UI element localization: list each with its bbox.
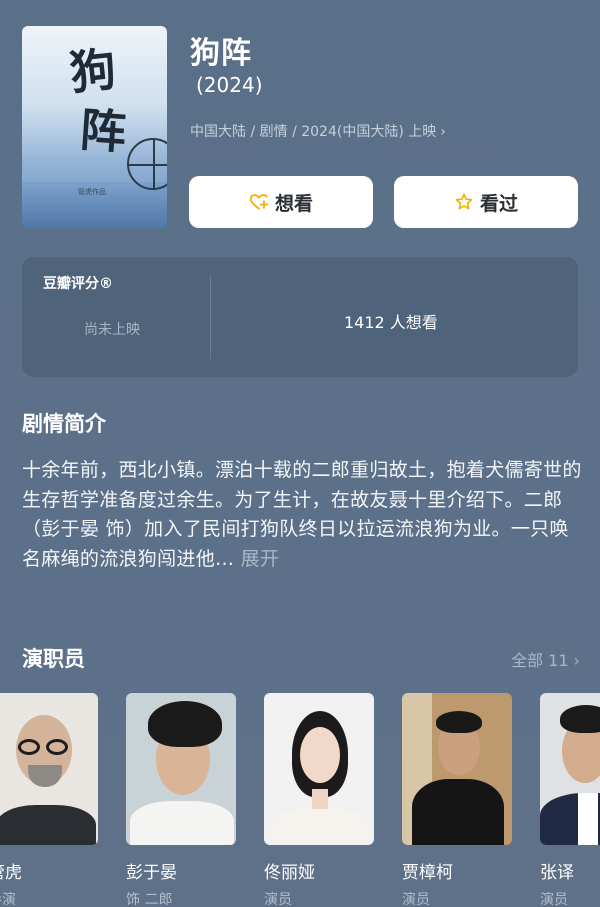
movie-title: 狗阵 bbox=[190, 36, 252, 71]
cast-role: 导演 bbox=[0, 892, 16, 907]
cast-name: 彭于晏 bbox=[126, 863, 177, 883]
cast-member[interactable]: 管虎 导演 bbox=[0, 693, 98, 907]
cast-name: 管虎 bbox=[0, 863, 22, 883]
cast-name: 贾樟柯 bbox=[402, 863, 453, 883]
chevron-right-icon: › bbox=[440, 124, 446, 140]
cast-role: 饰 二郎 bbox=[126, 892, 173, 907]
heart-plus-icon bbox=[249, 194, 269, 210]
cast-all-link[interactable]: 全部 11 › bbox=[511, 647, 580, 671]
movie-meta-text: 中国大陆 / 剧情 / 2024(中国大陆) 上映 bbox=[190, 124, 437, 140]
want-count: 1412 人想看 bbox=[344, 313, 438, 332]
synopsis-text: 十余年前，西北小镇。漂泊十载的二郎重归故土，抱着犬儒寄世的生存哲学准备度过余生。… bbox=[22, 459, 582, 570]
cast-name: 佟丽娅 bbox=[264, 863, 315, 883]
cast-name: 张译 bbox=[540, 863, 574, 883]
cast-role: 演员 bbox=[540, 892, 568, 907]
cast-member[interactable]: 佟丽娅 演员 bbox=[264, 693, 374, 907]
poster-title-char-1: 狗 bbox=[67, 41, 119, 101]
cast-photo bbox=[126, 693, 236, 845]
cast-photo bbox=[540, 693, 600, 845]
cast-heading: 演职员 bbox=[22, 647, 85, 671]
cast-photo bbox=[402, 693, 512, 845]
cast-role: 演员 bbox=[402, 892, 430, 907]
cast-photo bbox=[264, 693, 374, 845]
poster-credit: 管虎作品 bbox=[78, 188, 106, 196]
movie-meta-link[interactable]: 中国大陆 / 剧情 / 2024(中国大陆) 上映 › bbox=[190, 121, 446, 141]
rating-card[interactable]: 豆瓣评分® 尚未上映 1412 人想看 bbox=[22, 257, 578, 377]
cast-role: 演员 bbox=[264, 892, 292, 907]
seen-button[interactable]: 看过 bbox=[394, 176, 578, 228]
rating-label: 豆瓣评分® bbox=[43, 276, 113, 292]
cast-member[interactable]: 彭于晏 饰 二郎 bbox=[126, 693, 236, 907]
synopsis-body: 十余年前，西北小镇。漂泊十载的二郎重归故土，抱着犬儒寄世的生存哲学准备度过余生。… bbox=[22, 456, 582, 574]
star-icon bbox=[455, 193, 473, 210]
movie-poster[interactable]: 狗 阵 管虎作品 bbox=[22, 26, 167, 228]
cast-list: 管虎 导演 彭于晏 饰 二郎 佟丽娅 演员 bbox=[0, 693, 600, 907]
movie-detail-page: 狗 阵 管虎作品 狗阵 (2024) 中国大陆 / 剧情 / 2024(中国大陆… bbox=[0, 0, 600, 907]
want-to-watch-label: 想看 bbox=[274, 192, 313, 215]
movie-year: (2024) bbox=[196, 73, 263, 97]
cast-photo bbox=[0, 693, 98, 845]
cast-member[interactable]: 贾樟柯 演员 bbox=[402, 693, 512, 907]
seen-label: 看过 bbox=[479, 192, 518, 215]
want-to-watch-button[interactable]: 想看 bbox=[189, 176, 373, 228]
poster-title-char-2: 阵 bbox=[78, 102, 128, 160]
synopsis-heading: 剧情简介 bbox=[22, 412, 106, 436]
rating-status: 尚未上映 bbox=[84, 322, 140, 338]
cast-member[interactable]: 张译 演员 bbox=[540, 693, 600, 907]
rating-divider bbox=[210, 275, 211, 359]
synopsis-expand-link[interactable]: 展开 bbox=[241, 548, 280, 570]
